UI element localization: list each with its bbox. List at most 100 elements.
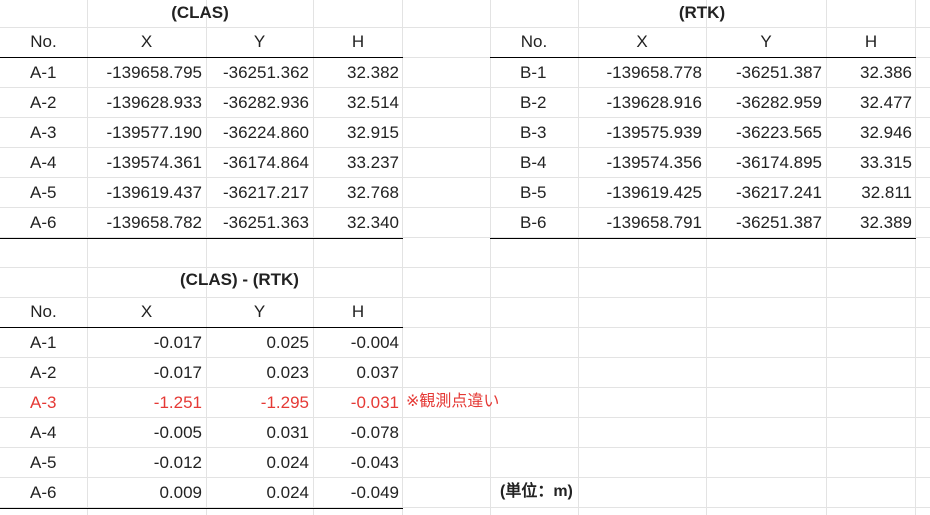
point-id-cell: B-2 — [520, 93, 547, 112]
column-header: H — [313, 297, 403, 328]
value-cell: -0.012 — [153, 453, 202, 472]
header-row: No. X Y H — [490, 27, 916, 58]
value-cell: -139658.791 — [578, 208, 706, 239]
value-cell: 33.237 — [347, 153, 399, 172]
value-cell: -36251.363 — [206, 208, 313, 239]
value-cell: 32.477 — [860, 93, 912, 112]
clas-table-title: (CLAS) — [171, 3, 229, 22]
value-cell: -36224.860 — [222, 123, 309, 142]
table-row: A-6 -139658.782 -36251.363 32.340 — [0, 208, 403, 239]
value-cell: 32.386 — [860, 63, 912, 82]
point-id-cell: B-1 — [520, 63, 547, 82]
value-cell: -139658.795 — [106, 63, 202, 82]
table-row: A-4 -0.005 0.031 -0.078 — [0, 418, 403, 448]
value-cell: 32.514 — [347, 93, 399, 112]
difference-table: No. X Y H A-1 -0.017 0.025 -0.004 A-2 -0.017 0.02… — [0, 297, 403, 509]
value-cell: -36223.565 — [735, 123, 822, 142]
point-id-cell: A-4 — [30, 423, 57, 442]
table-row: B-6 -139658.791 -36251.387 32.389 — [490, 208, 916, 239]
column-header: H — [313, 27, 403, 58]
column-header: X — [87, 297, 206, 328]
value-cell: 32.389 — [826, 208, 916, 239]
clas-table: No. X Y H A-1 -139658.795 -36251.362 32.382 A-2… — [0, 27, 403, 239]
value-cell: 0.031 — [266, 423, 309, 442]
table-row: A-4 -139574.361 -36174.864 33.237 — [0, 148, 403, 178]
table-row: A-2 -139628.933 -36282.936 32.514 — [0, 88, 403, 118]
point-id-cell: A-3 — [30, 393, 57, 412]
value-cell: -36174.864 — [222, 153, 309, 172]
header-row: No. X Y H — [0, 27, 403, 58]
observation-point-note: ※観測点違い — [406, 393, 500, 410]
column-header: Y — [206, 27, 313, 58]
value-cell: -139628.916 — [606, 93, 702, 112]
value-cell: 0.024 — [206, 478, 313, 509]
table-row: B-1 -139658.778 -36251.387 32.386 — [490, 58, 916, 89]
value-cell: -36174.895 — [735, 153, 822, 172]
value-cell: -0.078 — [350, 423, 399, 442]
value-cell: -0.017 — [153, 333, 202, 352]
value-cell: 0.025 — [266, 333, 309, 352]
value-cell: -1.295 — [260, 393, 309, 412]
value-cell: -139575.939 — [606, 123, 702, 142]
column-header: Y — [706, 27, 826, 58]
point-id-cell: B-4 — [520, 153, 547, 172]
value-cell: -139658.778 — [606, 63, 702, 82]
point-id-cell: A-1 — [30, 333, 57, 352]
point-id-cell: A-6 — [0, 208, 87, 239]
value-cell: 32.382 — [347, 63, 399, 82]
value-cell: -36251.387 — [735, 63, 822, 82]
table-row: A-6 0.009 0.024 -0.049 — [0, 478, 403, 509]
value-cell: -36217.217 — [222, 183, 309, 202]
table-row: A-5 -0.012 0.024 -0.043 — [0, 448, 403, 478]
column-header: H — [826, 27, 916, 58]
value-cell: -139619.425 — [606, 183, 702, 202]
column-header: X — [578, 27, 706, 58]
spreadsheet: (CLAS) No. X Y H A-1 -139658.795 -36251.362 32… — [0, 0, 930, 515]
value-cell: 0.009 — [87, 478, 206, 509]
value-cell: 32.811 — [861, 183, 912, 202]
point-id-cell: A-1 — [30, 63, 57, 82]
point-id-cell: A-3 — [30, 123, 57, 142]
value-cell: -36282.959 — [735, 93, 822, 112]
value-cell: 32.946 — [860, 123, 912, 142]
table-row: A-1 -139658.795 -36251.362 32.382 — [0, 58, 403, 89]
point-id-cell: B-3 — [520, 123, 547, 142]
column-header: No. — [0, 27, 87, 58]
value-cell: -139628.933 — [106, 93, 202, 112]
value-cell: -1.251 — [153, 393, 202, 412]
point-id-cell: A-5 — [30, 183, 57, 202]
value-cell: -36251.362 — [222, 63, 309, 82]
table-row: A-2 -0.017 0.023 0.037 — [0, 358, 403, 388]
value-cell: -139658.782 — [87, 208, 206, 239]
point-id-cell: A-6 — [0, 478, 87, 509]
point-id-cell: A-5 — [30, 453, 57, 472]
value-cell: -0.005 — [153, 423, 202, 442]
value-cell: -0.043 — [350, 453, 399, 472]
point-id-cell: A-2 — [30, 93, 57, 112]
value-cell: -36282.936 — [222, 93, 309, 112]
value-cell: -139574.356 — [606, 153, 702, 172]
value-cell: 32.915 — [347, 123, 399, 142]
point-id-cell: B-5 — [520, 183, 547, 202]
diff-table-title: (CLAS) - (RTK) — [180, 270, 299, 289]
value-cell: 32.768 — [347, 183, 399, 202]
point-id-cell: A-4 — [30, 153, 57, 172]
value-cell: -36217.241 — [735, 183, 822, 202]
column-header: Y — [206, 297, 313, 328]
rtk-table: No. X Y H B-1 -139658.778 -36251.387 32.386 B-2… — [490, 27, 916, 239]
column-header: No. — [0, 297, 87, 328]
value-cell: -0.017 — [153, 363, 202, 382]
table-row: A-3 -139577.190 -36224.860 32.915 — [0, 118, 403, 148]
header-row: No. X Y H — [0, 297, 403, 328]
table-row: A-3 -1.251 -1.295 -0.031 — [0, 388, 403, 418]
value-cell: 0.024 — [266, 453, 309, 472]
point-id-cell: A-2 — [30, 363, 57, 382]
table-row: A-5 -139619.437 -36217.217 32.768 — [0, 178, 403, 208]
table-row: B-3 -139575.939 -36223.565 32.946 — [490, 118, 916, 148]
table-row: B-4 -139574.356 -36174.895 33.315 — [490, 148, 916, 178]
value-cell: 32.340 — [313, 208, 403, 239]
value-cell: 0.037 — [356, 363, 399, 382]
unit-label: (単位：m) — [500, 483, 573, 500]
column-header: No. — [490, 27, 578, 58]
value-cell: -0.031 — [350, 393, 399, 412]
